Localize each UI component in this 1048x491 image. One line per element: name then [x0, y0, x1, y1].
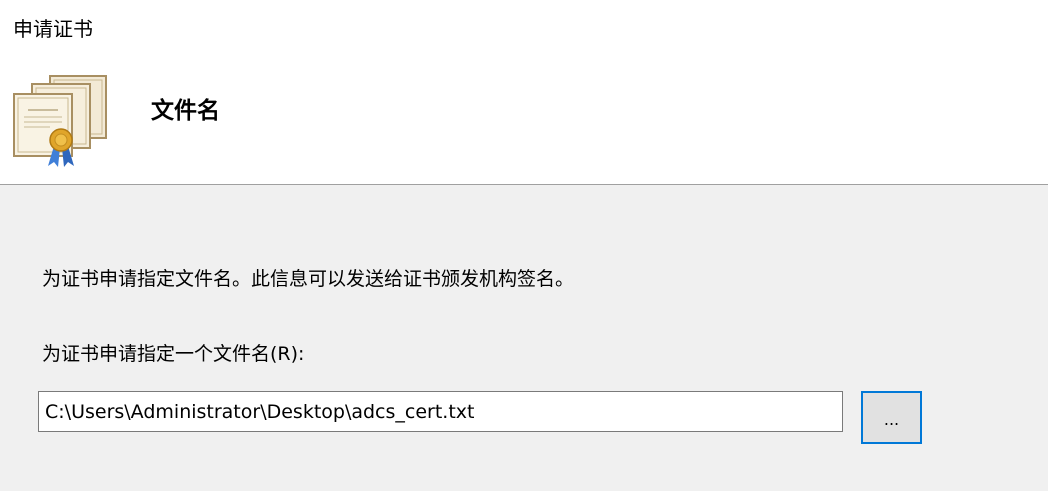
browse-button[interactable]: ... [861, 391, 922, 444]
certificate-request-dialog: 申请证书 文件名 为证书申请指定文件名。此信息可以发送给证书颁发机构签名。 为证… [0, 0, 1048, 491]
browse-button-label: ... [883, 410, 900, 429]
filename-field-label: 为证书申请指定一个文件名(R): [42, 343, 305, 365]
window-title: 申请证书 [13, 17, 93, 41]
page-heading: 文件名 [151, 98, 220, 124]
instruction-text: 为证书申请指定文件名。此信息可以发送给证书颁发机构签名。 [42, 268, 575, 290]
certificate-icon [10, 70, 110, 170]
dialog-body: 为证书申请指定文件名。此信息可以发送给证书颁发机构签名。 为证书申请指定一个文件… [0, 185, 1048, 491]
dialog-header: 申请证书 文件名 [0, 0, 1048, 184]
filename-input[interactable] [38, 391, 843, 432]
